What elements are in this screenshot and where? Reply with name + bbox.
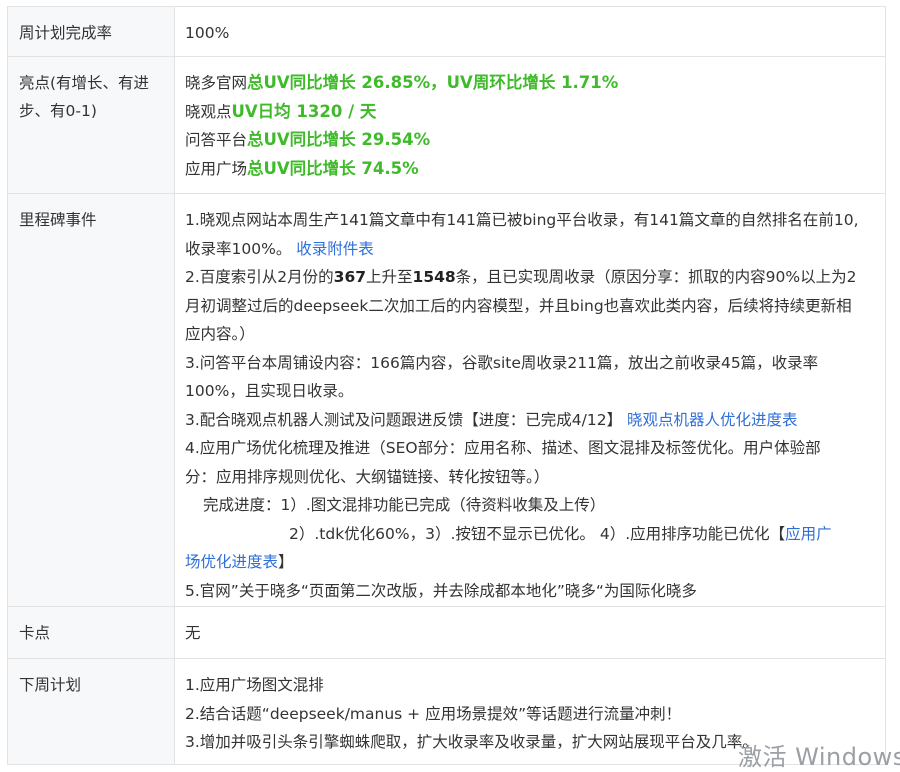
milestone-text: 2）.tdk优化60%，3）.按钮不显示已优化。 4）.应用排序功能已优化【应用… xyxy=(185,520,875,549)
weekly-report-table: 周计划完成率 100% 亮点(有增长、有进步、有0-1) 晓多官网总UV同比增长… xyxy=(7,6,886,765)
milestone-text-part: 收录率100%。 xyxy=(185,239,292,258)
highlight-prefix: 晓观点 xyxy=(185,102,232,121)
milestone-number: 1548 xyxy=(412,268,456,286)
milestone-text-part: 上升至 xyxy=(366,268,413,286)
highlight-prefix: 晓多官网 xyxy=(185,74,248,92)
milestone-text: 分：应用排序规则优化、大纲锚链接、转化按钮等。） xyxy=(185,467,550,486)
indexing-attachment-link[interactable]: 收录附件表 xyxy=(296,240,374,258)
milestone-text: 3.配合晓观点机器人测试及问题跟进反馈【进度：已完成4/12】 晓观点机器人优化… xyxy=(185,406,875,435)
row-label: 下周计划 xyxy=(7,658,175,765)
app-square-progress-link[interactable]: 应用广 xyxy=(785,525,832,543)
milestone-text: 应内容。） xyxy=(185,325,255,343)
milestone-text: 1.晓观点网站本周生产141篇文章中有141篇已被bing平台收录，有141篇文… xyxy=(185,211,859,229)
highlight-prefix: 应用广场 xyxy=(185,159,248,178)
milestone-text-part: 3.配合晓观点机器人测试及问题跟进反馈【进度：已完成4/12】 xyxy=(185,410,623,429)
row-label: 卡点 xyxy=(7,606,175,659)
highlight-metric: 总UV同比增长 29.54% xyxy=(247,130,431,149)
row-label: 亮点(有增长、有进步、有0-1) xyxy=(7,56,175,194)
milestone-text: 完成进度：1）.图文混排功能已完成（待资料收集及上传） xyxy=(203,496,606,514)
highlight-prefix: 问答平台 xyxy=(185,131,248,149)
row-label: 周计划完成率 xyxy=(7,6,175,57)
milestone-text: 收录率100%。 收录附件表 xyxy=(185,235,875,264)
milestone-text: 100%，且实现日收录。 xyxy=(185,382,354,400)
plan-rate-value: 100% xyxy=(174,6,886,57)
milestone-text: 4.应用广场优化梳理及推进（SEO部分：应用名称、描述、图文混排及标签优化。用户… xyxy=(185,439,821,457)
milestone-number: 367 xyxy=(333,268,367,286)
row-label: 里程碑事件 xyxy=(7,193,175,607)
highlight-metric: UV日均 1320 / 天 xyxy=(231,101,377,121)
highlight-item: 应用广场总UV同比增长 74.5% xyxy=(185,155,875,184)
row-highlights: 亮点(有增长、有进步、有0-1) 晓多官网总UV同比增长 26.85%，UV周环… xyxy=(7,56,886,194)
milestone-text: 场优化进度表】 xyxy=(185,548,875,577)
milestone-text-part: 条，且已实现周收录（原因分享：抓取的内容90%以上为2 xyxy=(455,268,857,286)
milestone-text-part: 】 xyxy=(278,553,294,571)
highlight-metric: 总UV同比增长 74.5% xyxy=(247,158,419,178)
highlight-item: 晓观点UV日均 1320 / 天 xyxy=(185,98,875,127)
row-blockers: 卡点 无 xyxy=(7,606,886,659)
milestone-text: 月初调整过后的deepseek二次加工后的内容模型，并且bing也喜欢此类内容，… xyxy=(185,296,852,315)
milestone-text-part: 2）.tdk优化60%，3）.按钮不显示已优化。 4）.应用排序功能已优化【 xyxy=(289,524,786,543)
milestone-text: 2.百度索引从2月份的367上升至1548条，且已实现周收录（原因分享：抓取的内… xyxy=(185,263,875,292)
highlight-item: 晓多官网总UV同比增长 26.85%，UV周环比增长 1.71% xyxy=(185,69,875,98)
milestone-text-part: 2.百度索引从2月份的 xyxy=(185,268,334,286)
milestone-text: 5.官网”关于晓多“页面第二次改版，并去除成都本地化”晓多“为国际化晓多 xyxy=(185,581,697,600)
plan-item: 1.应用广场图文混排 xyxy=(185,676,324,694)
row-weekly-plan-rate: 周计划完成率 100% xyxy=(7,6,886,57)
milestone-text: 3.问答平台本周铺设内容：166篇内容，谷歌site周收录211篇，放出之前收录… xyxy=(185,353,819,372)
app-square-progress-link[interactable]: 场优化进度表 xyxy=(185,553,278,571)
highlight-metric: 总UV同比增长 26.85%，UV周环比增长 1.71% xyxy=(247,73,619,92)
row-milestones: 里程碑事件 1.晓观点网站本周生产141篇文章中有141篇已被bing平台收录，… xyxy=(7,193,886,607)
blockers-value: 无 xyxy=(174,606,886,659)
plan-item: 2.结合话题“deepseek/manus + 应用场景提效”等话题进行流量冲刺… xyxy=(185,704,682,723)
highlight-item: 问答平台总UV同比增长 29.54% xyxy=(185,126,875,155)
robot-progress-link[interactable]: 晓观点机器人优化进度表 xyxy=(627,411,798,429)
